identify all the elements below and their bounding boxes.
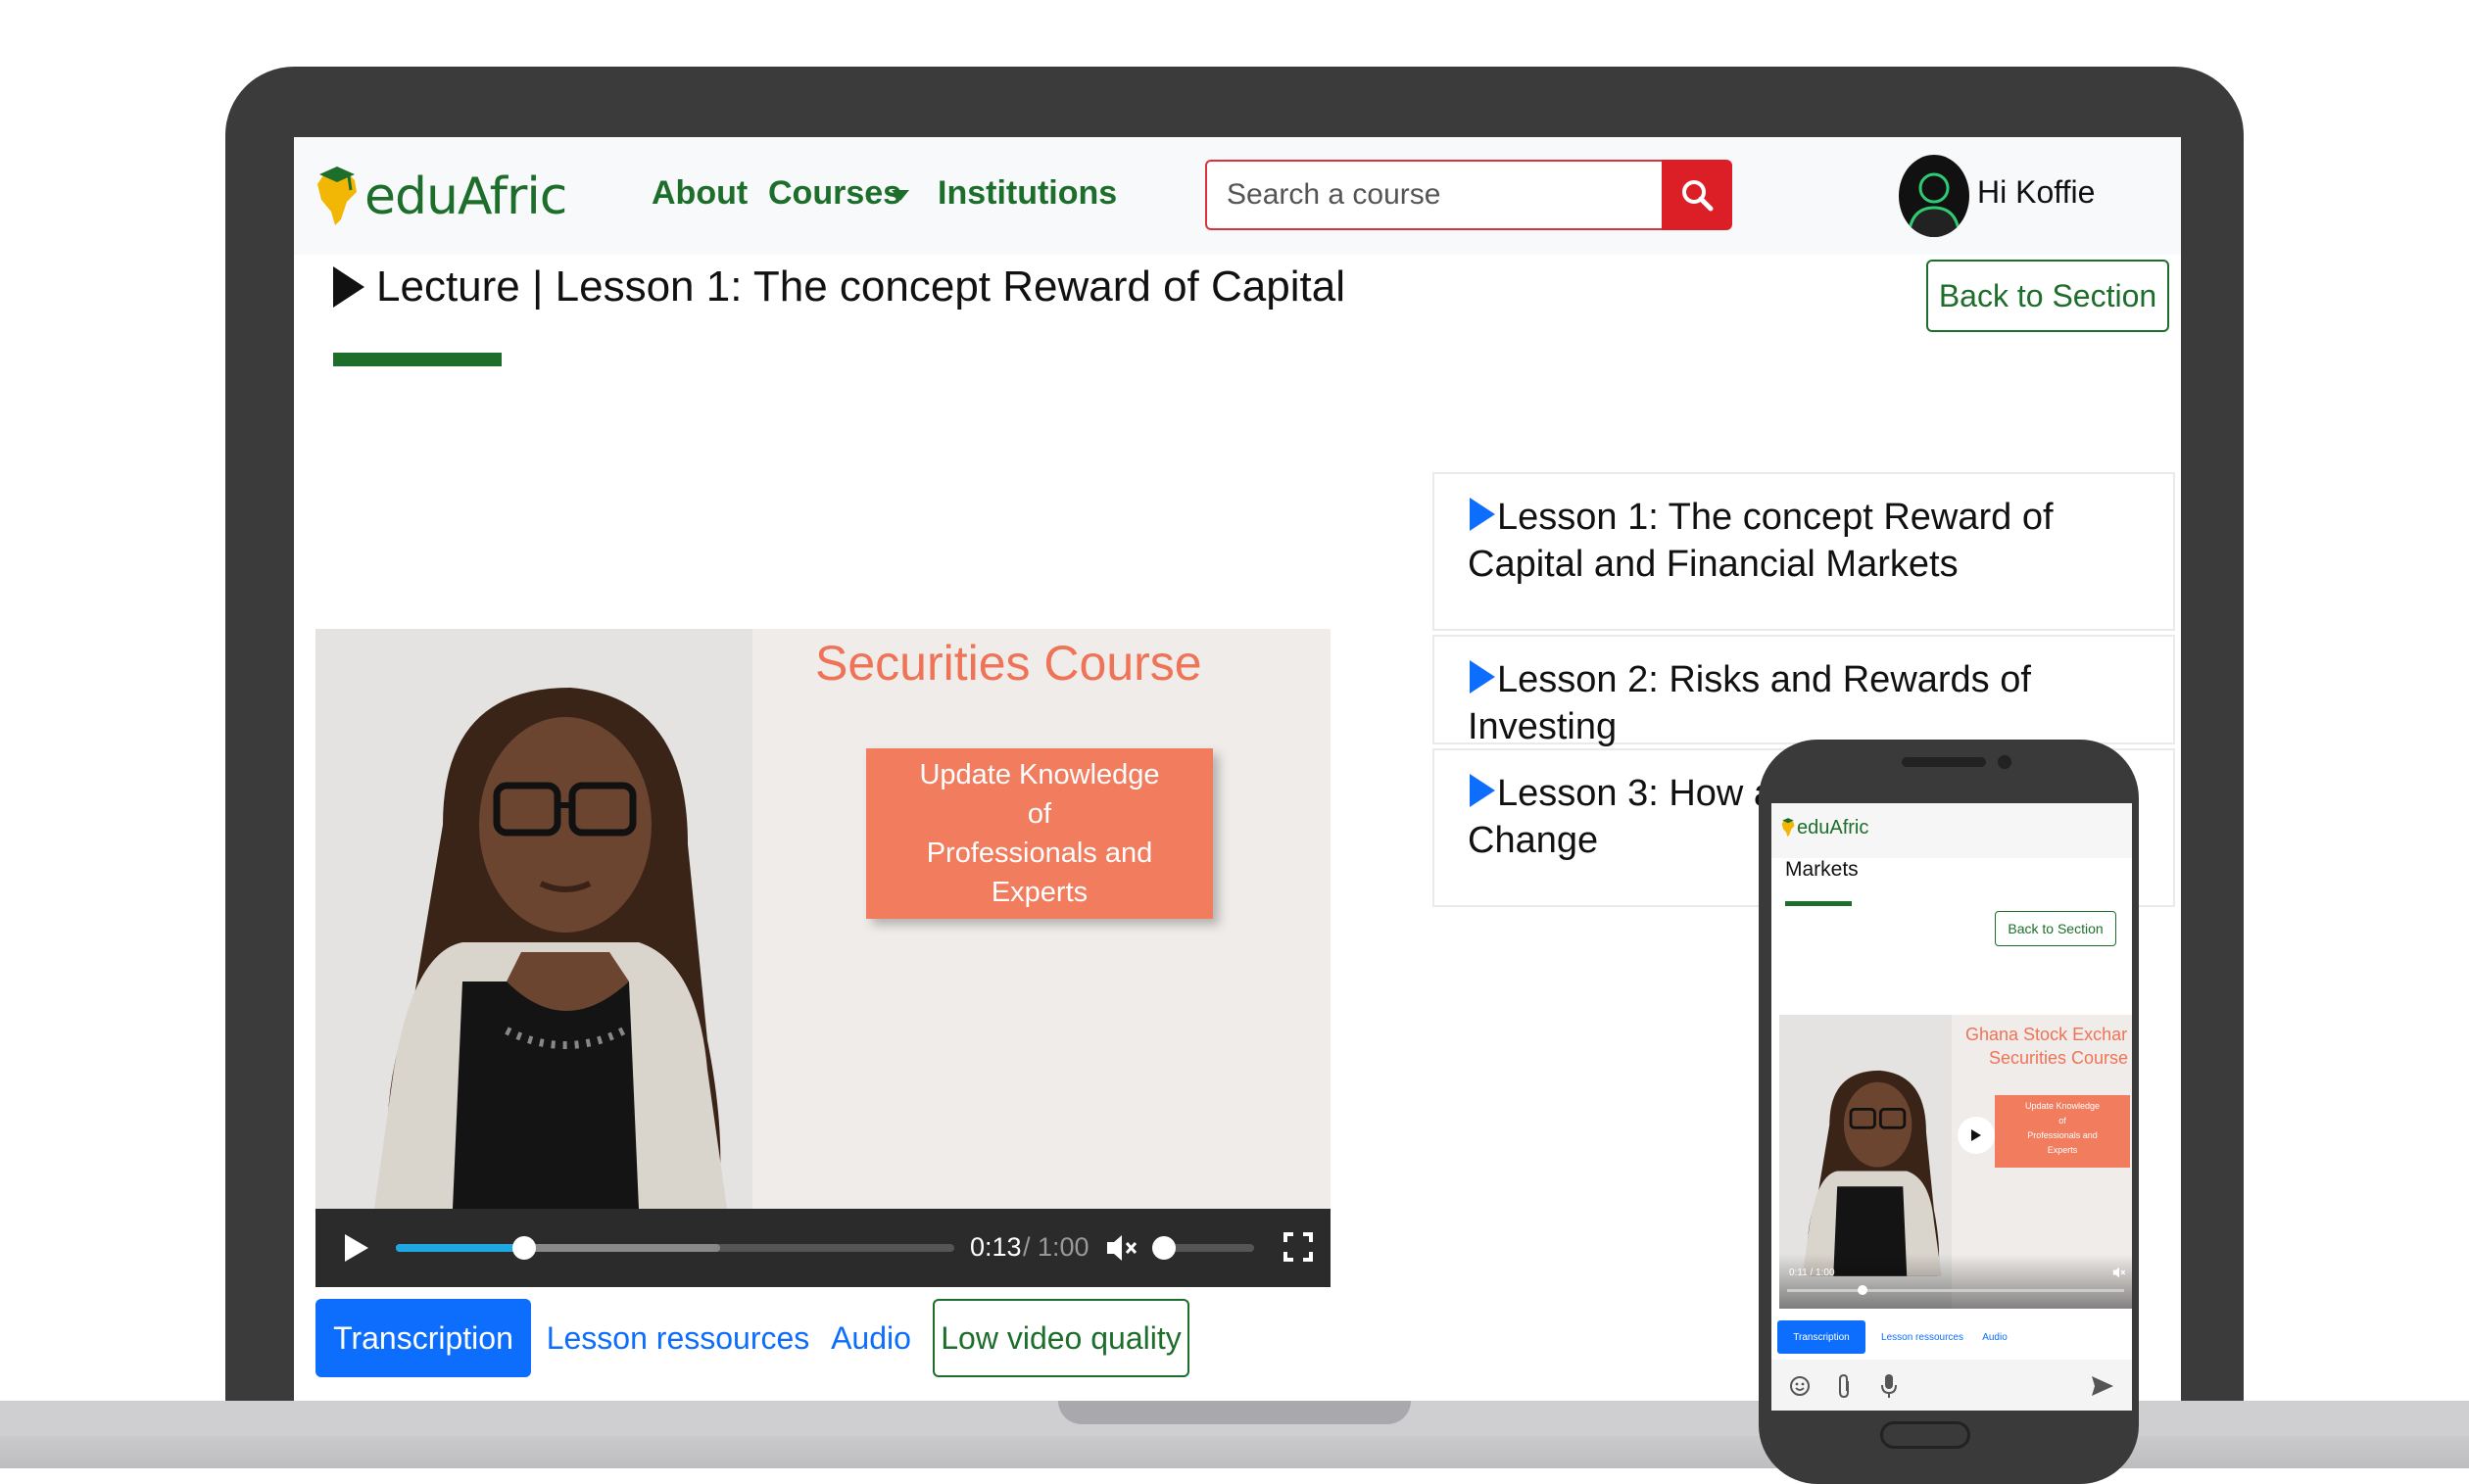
phone-tab-audio[interactable]: Audio — [1975, 1320, 2014, 1354]
title-underline — [333, 353, 502, 366]
fullscreen-icon[interactable] — [1283, 1232, 1313, 1262]
play-icon — [333, 266, 364, 308]
video-player[interactable]: Securities Course Update Knowledge of Pr… — [315, 629, 1331, 1209]
play-icon — [1470, 774, 1495, 807]
phone-slide-subtitle: Securities Course — [1989, 1048, 2129, 1068]
slide-card: Update Knowledge of Professionals and Ex… — [866, 748, 1213, 919]
presenter-image — [315, 629, 752, 1209]
phone-video-player[interactable]: Ghana Stock Exchar Securities Course Upd… — [1779, 1015, 2132, 1309]
lesson-item-1[interactable]: Lesson 1: The concept Reward of Capital … — [1432, 472, 2175, 631]
phone-video-time: 0:11 / 1:00 — [1789, 1268, 1835, 1278]
progress-played — [396, 1244, 525, 1252]
send-icon[interactable] — [2091, 1375, 2114, 1397]
volume-muted-icon[interactable] — [2112, 1266, 2126, 1279]
volume-muted-icon[interactable] — [1105, 1232, 1138, 1264]
lesson-title: Lesson 2: Risks and Rewards of Investing — [1468, 659, 2031, 747]
slide-card-line: of — [1027, 798, 1052, 830]
play-icon — [1470, 660, 1495, 694]
tab-transcription[interactable]: Transcription — [315, 1299, 531, 1377]
page-title: Lecture | Lesson 1: The concept Reward o… — [331, 263, 1345, 311]
phone-title-underline — [1785, 901, 1852, 906]
phone-screen: eduAfric Markets Back to Section Ghana S… — [1771, 803, 2132, 1411]
slide-title: Securities Course — [815, 636, 1202, 691]
africa-logo-icon — [317, 167, 357, 225]
phone-chat-bar — [1771, 1360, 2132, 1411]
phone-tab-lesson-ressources[interactable]: Lesson ressources — [1873, 1320, 1971, 1354]
brand-name: eduAfric — [364, 168, 567, 226]
lesson-title-continued: Change — [1468, 820, 1599, 861]
play-icon — [1470, 498, 1495, 531]
slide-card-line: of — [2058, 1116, 2066, 1125]
volume-track[interactable] — [1152, 1236, 1254, 1260]
nav-institutions[interactable]: Institutions — [938, 174, 1117, 213]
attachment-icon[interactable] — [1836, 1373, 1852, 1399]
phone-play-button[interactable] — [1958, 1117, 1995, 1154]
user-avatar[interactable] — [1899, 155, 1969, 237]
slide-card-line: Professionals and — [926, 838, 1153, 869]
phone-back-button[interactable]: Back to Section — [1995, 911, 2116, 946]
low-video-quality-button[interactable]: Low video quality — [933, 1299, 1189, 1377]
laptop-notch — [1058, 1401, 1411, 1424]
phone-slide-title: Ghana Stock Exchar — [1965, 1025, 2128, 1044]
phone-page-title: Markets — [1785, 858, 1859, 881]
nav-courses[interactable]: Courses — [768, 174, 901, 213]
play-icon — [1971, 1129, 1981, 1141]
total-time: / 1:00 — [1023, 1232, 1089, 1262]
caret-down-icon[interactable] — [892, 190, 909, 202]
user-greeting[interactable]: Hi Koffie — [1977, 174, 2095, 211]
presenter-frame — [315, 629, 752, 1209]
brand-logo[interactable]: eduAfric — [315, 163, 567, 231]
phone-controls-overlay — [1779, 1254, 2132, 1309]
lesson-item-2[interactable]: Lesson 2: Risks and Rewards of Investing — [1432, 635, 2175, 747]
slide-card-line: Update Knowledge — [2024, 1101, 2101, 1111]
phone-progress-track[interactable] — [1787, 1289, 2124, 1292]
phone-progress-thumb[interactable] — [1858, 1285, 1867, 1295]
slide-card-line: Professionals and — [2027, 1130, 2098, 1140]
video-controls: 0:13 / 1:00 — [315, 1209, 1331, 1287]
search-input[interactable]: Search a course — [1205, 160, 1666, 230]
slide-card-line: Experts — [2047, 1145, 2078, 1155]
lesson-title: Lesson 3: How ar — [1497, 773, 1787, 814]
phone-tab-transcription[interactable]: Transcription — [1777, 1320, 1865, 1354]
africa-logo-icon — [1781, 818, 1795, 838]
play-icon[interactable] — [343, 1232, 370, 1264]
volume-thumb[interactable] — [1152, 1236, 1176, 1260]
phone-home-button — [1880, 1421, 1970, 1449]
phone-camera — [1998, 755, 2011, 769]
phone-speaker — [1902, 757, 1986, 767]
tab-lesson-ressources[interactable]: Lesson ressources — [541, 1299, 815, 1377]
search-icon — [1682, 180, 1714, 212]
lesson-title: Lesson 1: The concept Reward of Capital … — [1468, 497, 2054, 585]
navbar: eduAfric About Courses Institutions Sear… — [294, 137, 2181, 255]
microphone-icon[interactable] — [1881, 1373, 1897, 1399]
phone-brand-name: eduAfric — [1797, 817, 1869, 838]
slide-card-line: Update Knowledge — [919, 759, 1160, 790]
user-icon — [1907, 172, 1961, 237]
back-to-section-button[interactable]: Back to Section — [1926, 260, 2169, 332]
slide-card-line: Experts — [991, 877, 1089, 908]
current-time: 0:13 — [970, 1232, 1022, 1262]
emoji-icon[interactable] — [1789, 1375, 1811, 1397]
search-button[interactable] — [1662, 160, 1732, 230]
progress-track[interactable] — [396, 1236, 954, 1260]
tab-audio[interactable]: Audio — [823, 1299, 919, 1377]
phone-slide-card: Update Knowledge of Professionals and Ex… — [1995, 1095, 2130, 1168]
page-title-text: Lecture | Lesson 1: The concept Reward o… — [376, 263, 1345, 311]
progress-thumb[interactable] — [512, 1236, 537, 1260]
nav-about[interactable]: About — [652, 174, 748, 213]
